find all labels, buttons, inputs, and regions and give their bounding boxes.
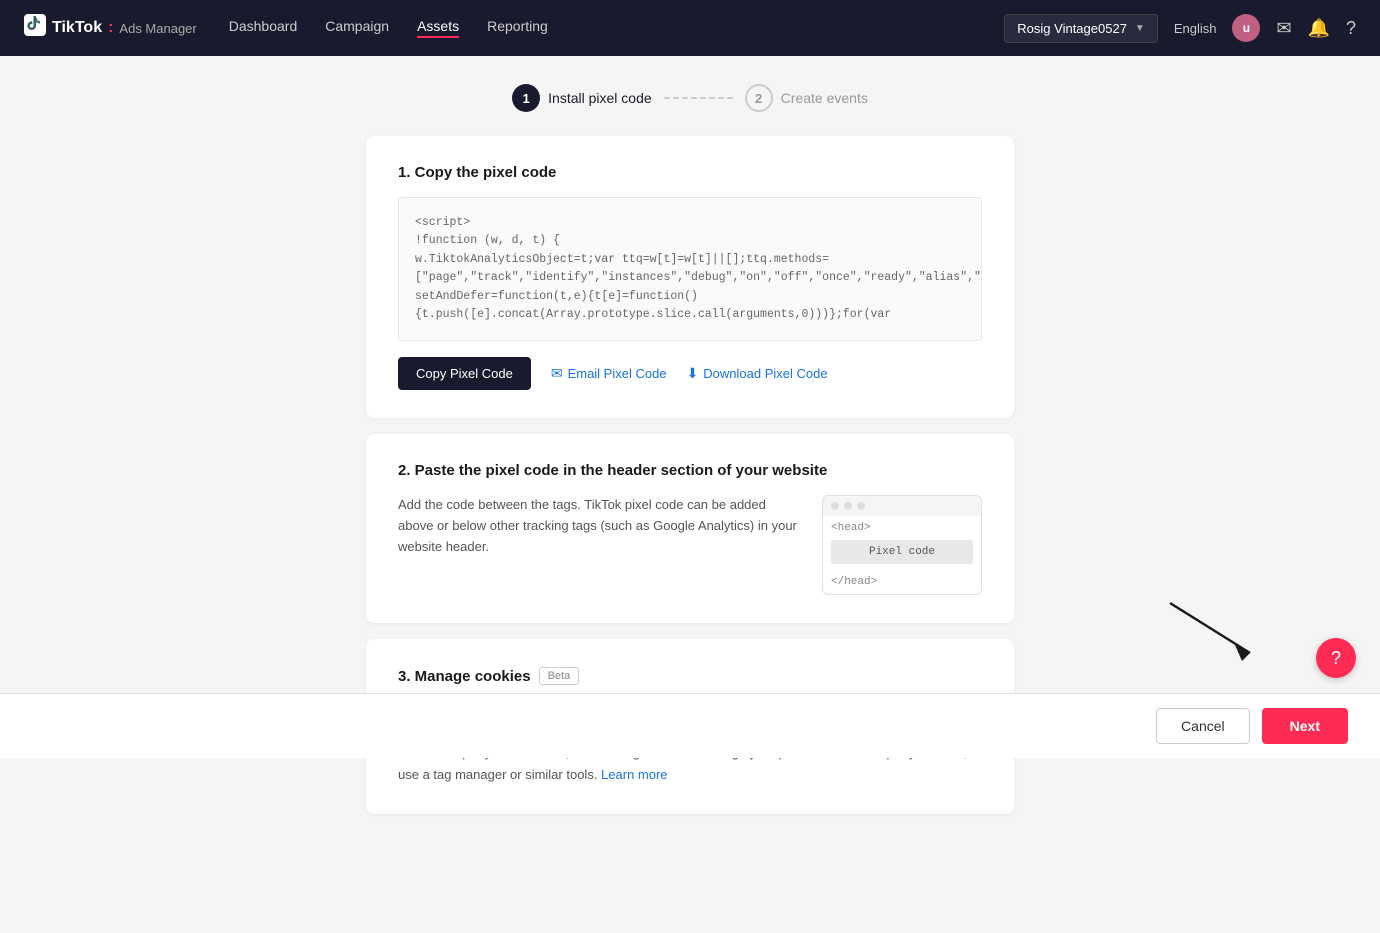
avatar: u <box>1232 14 1260 42</box>
nav-campaign[interactable]: Campaign <box>325 18 389 38</box>
code-line-4: ["page","track","identify","instances","… <box>415 269 965 287</box>
paste-description: Add the code between the tags. TikTok pi… <box>398 495 798 557</box>
section3-title-row: 3. Manage cookies Beta <box>398 667 982 685</box>
messages-icon[interactable]: ✉ <box>1276 18 1291 39</box>
logo: TikTok: Ads Manager <box>24 14 197 42</box>
pixel-code-block: <script> !function (w, d, t) { w.TiktokA… <box>398 197 982 341</box>
main-content: 1. Copy the pixel code <script> !functio… <box>350 136 1030 930</box>
section3-title: 3. Manage cookies <box>398 668 531 685</box>
paste-pixel-card: 2. Paste the pixel code in the header se… <box>366 434 1014 623</box>
section1-title: 1. Copy the pixel code <box>398 164 982 181</box>
tiktok-icon <box>24 14 46 42</box>
nav-right: Rosig Vintage0527 ▼ English u ✉ 🔔 ? <box>1004 14 1356 43</box>
nav-links: Dashboard Campaign Assets Reporting <box>229 18 973 38</box>
bottom-bar: Cancel Next <box>0 693 1380 758</box>
paste-section: Add the code between the tags. TikTok pi… <box>398 495 982 595</box>
next-button[interactable]: Next <box>1262 708 1348 744</box>
copy-pixel-card: 1. Copy the pixel code <script> !functio… <box>366 136 1014 418</box>
step-1: 1 Install pixel code <box>512 84 652 112</box>
dot-3 <box>857 502 865 510</box>
email-pixel-label: Email Pixel Code <box>568 366 667 381</box>
preview-head: <head> <box>823 516 981 540</box>
help-icon[interactable]: ? <box>1346 18 1356 39</box>
code-line-5: setAndDefer=function(t,e){t[e]=function(… <box>415 288 965 325</box>
help-float-button[interactable]: ? <box>1316 638 1356 678</box>
code-line-3: w.TiktokAnalyticsObject=t;var ttq=w[t]=w… <box>415 251 965 269</box>
nav-assets[interactable]: Assets <box>417 18 459 38</box>
learn-more-link[interactable]: Learn more <box>601 767 667 782</box>
arrow-annotation <box>1160 593 1280 678</box>
step-1-circle: 1 <box>512 84 540 112</box>
code-line-2: !function (w, d, t) { <box>415 232 965 250</box>
logo-tiktok-text: TikTok <box>52 19 102 37</box>
stepper: 1 Install pixel code 2 Create events <box>0 56 1380 136</box>
beta-badge: Beta <box>539 667 580 685</box>
nav-dashboard[interactable]: Dashboard <box>229 18 298 38</box>
dot-2 <box>844 502 852 510</box>
ads-manager-label: Ads Manager <box>119 21 196 36</box>
notifications-icon[interactable]: 🔔 <box>1308 18 1330 39</box>
preview-endhead: </head> <box>823 570 981 594</box>
code-actions: Copy Pixel Code ✉ Email Pixel Code ⬇ Dow… <box>398 357 982 390</box>
download-pixel-label: Download Pixel Code <box>703 366 827 381</box>
email-pixel-link[interactable]: ✉ Email Pixel Code <box>551 365 667 382</box>
top-nav: TikTok: Ads Manager Dashboard Campaign A… <box>0 0 1380 56</box>
chevron-down-icon: ▼ <box>1135 23 1145 34</box>
download-pixel-link[interactable]: ⬇ Download Pixel Code <box>687 365 828 382</box>
preview-bar <box>823 496 981 516</box>
language-selector[interactable]: English <box>1174 21 1217 36</box>
dot-1 <box>831 502 839 510</box>
copy-pixel-button[interactable]: Copy Pixel Code <box>398 357 531 390</box>
step-2: 2 Create events <box>745 84 868 112</box>
code-line-1: <script> <box>415 214 965 232</box>
nav-reporting[interactable]: Reporting <box>487 18 548 38</box>
preview-pixel: Pixel code <box>831 540 973 564</box>
step-2-circle: 2 <box>745 84 773 112</box>
account-dropdown[interactable]: Rosig Vintage0527 ▼ <box>1004 14 1158 43</box>
step-divider <box>664 97 733 99</box>
paste-desc-text: Add the code between the tags. TikTok pi… <box>398 495 798 557</box>
email-icon: ✉ <box>551 365 563 382</box>
download-icon: ⬇ <box>687 365 699 382</box>
code-preview: <head> Pixel code </head> <box>822 495 982 595</box>
step-2-label: Create events <box>781 90 868 106</box>
section2-title: 2. Paste the pixel code in the header se… <box>398 462 982 479</box>
cancel-button[interactable]: Cancel <box>1156 708 1250 744</box>
account-name: Rosig Vintage0527 <box>1017 21 1127 36</box>
step-1-label: Install pixel code <box>548 90 652 106</box>
